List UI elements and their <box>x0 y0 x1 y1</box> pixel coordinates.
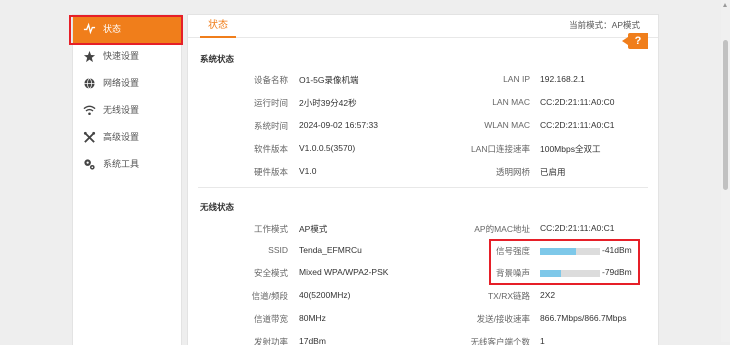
sidebar-item-advanced[interactable]: 高级设置 <box>73 124 181 151</box>
field-value: 100Mbps全双工 <box>540 144 601 154</box>
info-row: 运行时间 2小时39分42秒 LAN MAC CC:2D:21:11:A0:C0 <box>188 97 658 111</box>
field-value: 80MHz <box>299 313 326 323</box>
info-row: 信道带宽 80MHz 发送/接收速率 866.7Mbps/866.7Mbps <box>188 313 658 327</box>
section-title-system: 系统状态 <box>200 54 235 64</box>
field-value: Tenda_EFMRCu <box>299 245 362 255</box>
field-value: 已启用 <box>540 167 566 177</box>
star-icon <box>83 50 96 63</box>
field-label: LAN口连接速率 <box>470 144 530 154</box>
field-label: LAN MAC <box>492 97 530 107</box>
field-value: 2小时39分42秒 <box>299 98 357 108</box>
field-value: 192.168.2.1 <box>540 74 585 84</box>
field-label: 透明网桥 <box>495 167 530 177</box>
info-row: 软件版本 V1.0.0.5(3570) LAN口连接速率 100Mbps全双工 <box>188 143 658 157</box>
scrollbar-thumb[interactable] <box>723 40 728 190</box>
field-value: V1.0.0.5(3570) <box>299 143 356 153</box>
highlight-box-nav <box>69 15 183 45</box>
gears-icon <box>84 159 95 170</box>
help-button[interactable]: ? <box>622 33 648 49</box>
field-value: 40(5200MHz) <box>299 290 351 300</box>
field-value: Mixed WPA/WPA2-PSK <box>299 267 389 277</box>
scroll-up-icon[interactable] <box>723 3 727 7</box>
info-row: 系统时间 2024-09-02 16:57:33 WLAN MAC CC:2D:… <box>188 120 658 134</box>
field-value: CC:2D:21:11:A0:C1 <box>540 120 615 130</box>
field-value: 866.7Mbps/866.7Mbps <box>540 313 627 323</box>
field-value: 1 <box>540 336 545 345</box>
sidebar-item-label: 高级设置 <box>103 132 140 142</box>
tools-icon <box>83 131 96 143</box>
field-value: V1.0 <box>299 166 317 176</box>
field-label: 系统时间 <box>253 121 288 131</box>
field-label: 发送/接收速率 <box>476 314 530 324</box>
sidebar-item-label: 无线设置 <box>103 105 140 115</box>
sidebar-item-system-tools[interactable]: 系统工具 <box>73 151 181 178</box>
sidebar-item-quick-setup[interactable]: 快速设置 <box>73 43 181 70</box>
info-row: 设备名称 O1-5G录像机端 LAN IP 192.168.2.1 <box>188 74 658 88</box>
globe-icon <box>84 78 95 90</box>
field-value: 2024-09-02 16:57:33 <box>299 120 378 130</box>
tab-status[interactable]: 状态 <box>200 15 236 38</box>
sidebar-item-wireless[interactable]: 无线设置 <box>73 97 181 124</box>
sidebar-item-label: 系统工具 <box>103 159 140 169</box>
info-row: 硬件版本 V1.0 透明网桥 已启用 <box>188 166 658 180</box>
wifi-icon <box>83 105 96 116</box>
field-label: 工作模式 <box>253 224 288 234</box>
field-value: 2X2 <box>540 290 556 300</box>
field-label: 硬件版本 <box>253 167 288 177</box>
field-label: TX/RX链路 <box>487 291 530 301</box>
field-value: CC:2D:21:11:A0:C1 <box>540 223 615 233</box>
field-value: O1-5G录像机端 <box>299 75 359 85</box>
section-title-wireless: 无线状态 <box>200 202 235 212</box>
field-value: 17dBm <box>299 336 326 345</box>
field-label: WLAN MAC <box>484 120 530 130</box>
field-label: SSID <box>268 245 288 255</box>
field-label: 设备名称 <box>253 75 288 85</box>
highlight-box-signal <box>489 239 640 285</box>
info-row: 信道/频段 40(5200MHz) TX/RX链路 2X2 <box>188 290 658 304</box>
field-label: 无线客户端个数 <box>470 337 530 345</box>
field-label: 信道/频段 <box>251 291 288 301</box>
page-scrollbar[interactable] <box>721 0 730 342</box>
info-row: 工作模式 AP模式 AP的MAC地址 CC:2D:21:11:A0:C1 <box>188 223 658 237</box>
field-label: 发射功率 <box>253 337 288 345</box>
sidebar-item-label: 网络设置 <box>103 78 140 88</box>
tab-bar: 状态 当前模式：AP模式 <box>188 15 658 38</box>
sidebar-nav: 状态 快速设置 网络设置 无线设置 高级设置 系统工具 <box>72 14 182 345</box>
field-label: 安全模式 <box>253 268 288 278</box>
field-value: CC:2D:21:11:A0:C0 <box>540 97 615 107</box>
status-panel: 状态 当前模式：AP模式 系统状态 设备名称 O1-5G录像机端 LAN IP … <box>187 14 659 345</box>
info-row: 发射功率 17dBm 无线客户端个数 1 <box>188 336 658 345</box>
field-label: 运行时间 <box>253 98 288 108</box>
section-divider <box>198 187 648 188</box>
sidebar-item-label: 快速设置 <box>103 51 140 61</box>
sidebar-item-network[interactable]: 网络设置 <box>73 70 181 97</box>
field-label: LAN IP <box>503 74 530 84</box>
field-label: 信道带宽 <box>253 314 288 324</box>
field-label: AP的MAC地址 <box>474 224 530 234</box>
field-value: AP模式 <box>299 224 328 234</box>
field-label: 软件版本 <box>253 144 288 154</box>
